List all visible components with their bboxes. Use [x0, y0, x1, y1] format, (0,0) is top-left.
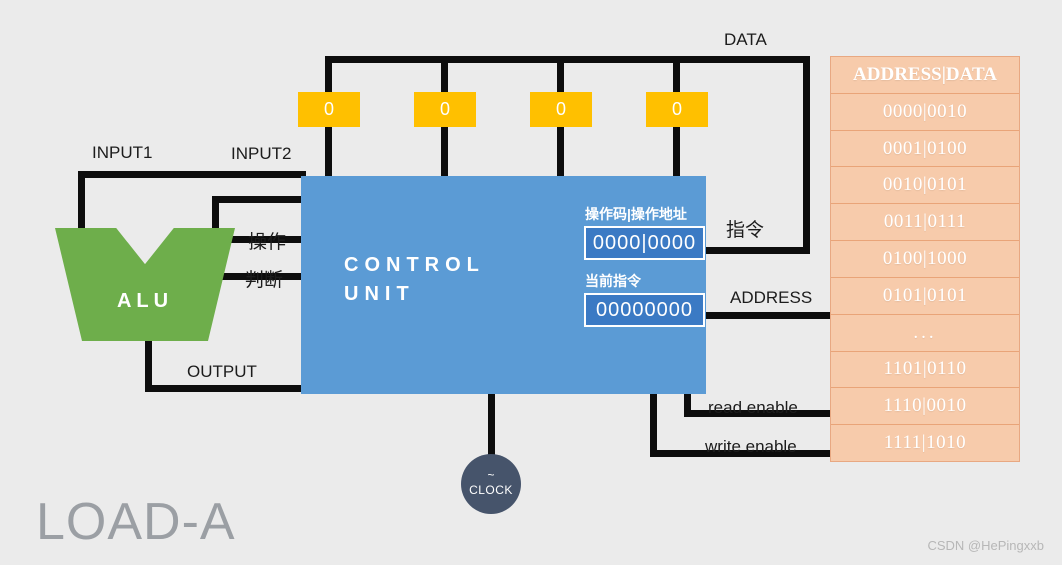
- register-0[interactable]: 0: [298, 92, 360, 127]
- current-instruction-value[interactable]: 00000000: [584, 293, 705, 327]
- register-1-value: 0: [439, 99, 450, 119]
- instruction-bus-vertical: [803, 56, 810, 254]
- label-address-bus: ADDRESS: [730, 288, 813, 307]
- register-3[interactable]: 0: [646, 92, 708, 127]
- memory-table[interactable]: ADDRESS|DATA 0000|0010 0001|0100 0010|01…: [830, 56, 1020, 462]
- alu-label: ALU: [116, 290, 174, 312]
- label-input1: INPUT1: [92, 143, 153, 162]
- label-instruction-bus: 指令: [726, 220, 765, 241]
- register-0-value: 0: [323, 99, 334, 119]
- input1-horizontal: [78, 171, 306, 178]
- clock-label: CLOCK: [469, 483, 513, 497]
- opcode-field-value[interactable]: 0000|0000: [584, 226, 705, 260]
- diagram-canvas: CONTROL UNIT 操作码|操作地址 0000|0000 当前指令 000…: [0, 0, 1062, 565]
- memory-table-header: ADDRESS|DATA: [831, 57, 1019, 94]
- memory-row[interactable]: 0101|0101: [831, 278, 1019, 315]
- control-unit-title: CONTROL UNIT: [344, 254, 485, 305]
- memory-row[interactable]: 0011|0111: [831, 204, 1019, 242]
- opcode-field-label: 操作码|操作地址: [585, 206, 687, 222]
- output-horizontal: [145, 385, 307, 392]
- label-operation: 操作: [248, 232, 287, 253]
- memory-row[interactable]: 1101|0110: [831, 352, 1019, 389]
- clock-node[interactable]: ~ CLOCK: [461, 454, 521, 514]
- memory-row[interactable]: 0100|1000: [831, 241, 1019, 278]
- label-judgment: 判断: [245, 270, 284, 291]
- memory-row[interactable]: 0000|0010: [831, 94, 1019, 131]
- alu-shape: [55, 228, 235, 341]
- memory-row[interactable]: 1110|0010: [831, 388, 1019, 426]
- instruction-bus-horizontal: [706, 247, 810, 254]
- memory-row[interactable]: 0010|0101: [831, 167, 1019, 205]
- input2-horizontal: [212, 196, 307, 203]
- address-bus-line: [706, 312, 830, 319]
- data-bus-line: [325, 56, 810, 63]
- page-title: LOAD-A: [36, 493, 236, 551]
- output-vertical: [145, 338, 152, 388]
- memory-row[interactable]: 0001|0100: [831, 131, 1019, 168]
- register-1[interactable]: 0: [414, 92, 476, 127]
- input1-vertical: [78, 171, 85, 233]
- alu-block[interactable]: ALU: [55, 228, 235, 341]
- current-instruction-label: 当前指令: [585, 273, 641, 289]
- clock-line: [488, 394, 495, 460]
- label-input2: INPUT2: [231, 144, 292, 163]
- write-enable-vertical: [650, 394, 657, 457]
- register-2-value: 0: [555, 99, 566, 119]
- watermark: CSDN @HePingxxb: [927, 538, 1044, 553]
- clock-wave-icon: ~: [487, 468, 495, 482]
- label-write-enable: write enable: [705, 437, 797, 456]
- label-output: OUTPUT: [187, 362, 257, 381]
- label-read-enable: read enable: [708, 398, 798, 417]
- memory-row[interactable]: 1111|1010: [831, 425, 1019, 461]
- register-2[interactable]: 0: [530, 92, 592, 127]
- control-unit[interactable]: CONTROL UNIT 操作码|操作地址 0000|0000 当前指令 000…: [301, 176, 706, 394]
- register-3-value: 0: [671, 99, 682, 119]
- memory-row-ellipsis: ...: [831, 315, 1019, 352]
- label-data-bus: DATA: [724, 30, 767, 49]
